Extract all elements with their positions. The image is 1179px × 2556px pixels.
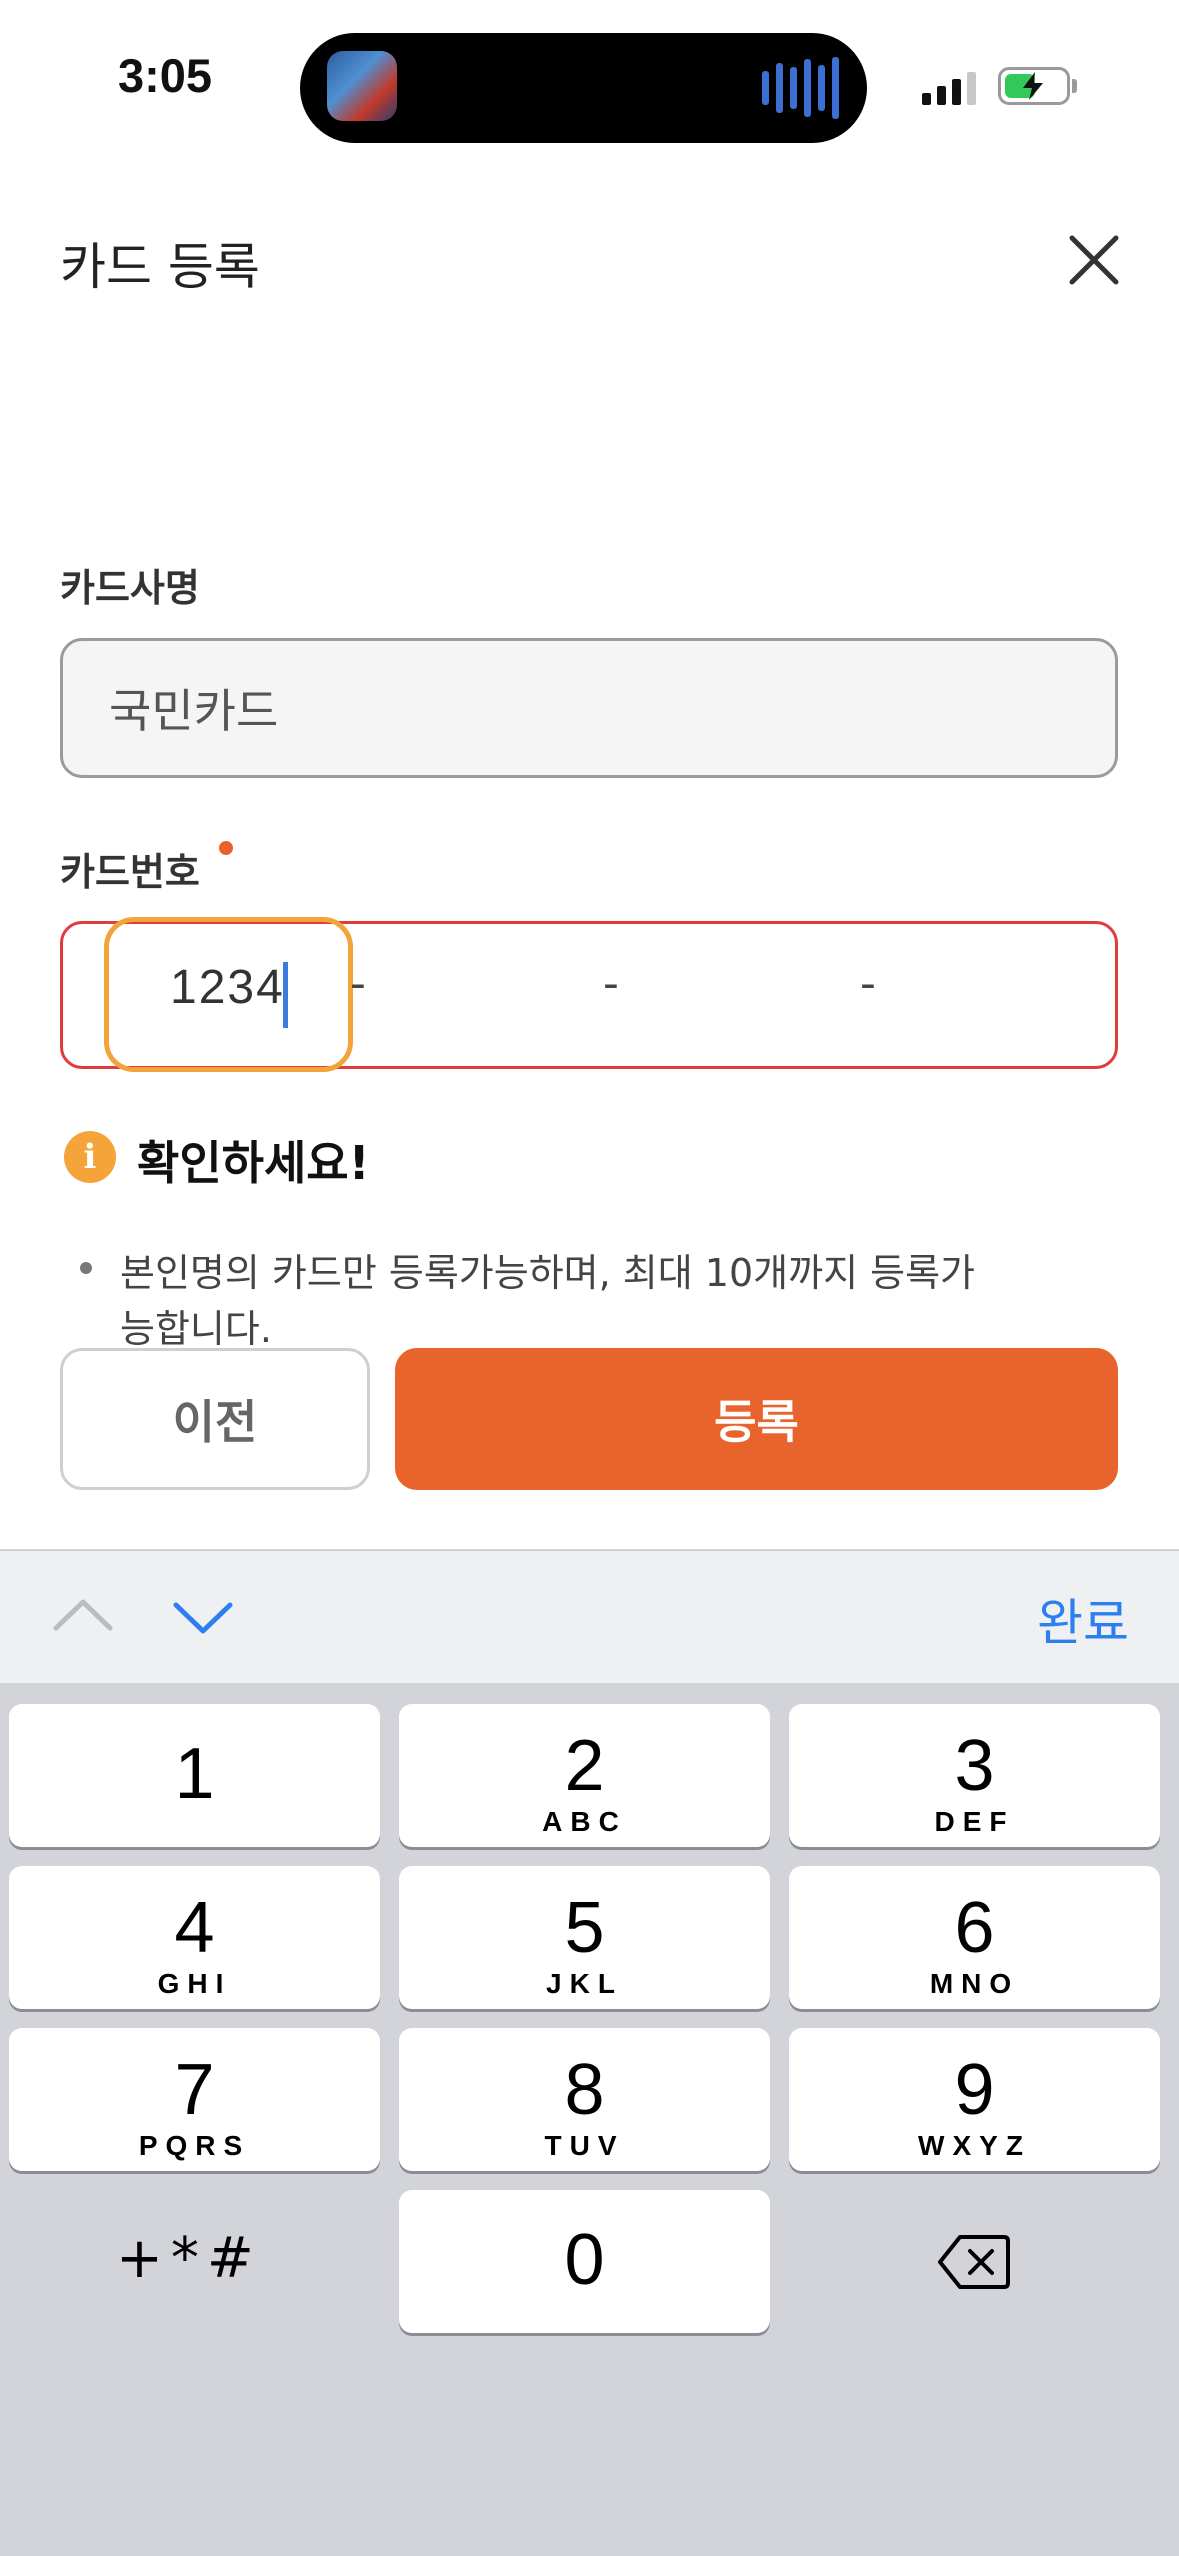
info-icon: i (64, 1131, 116, 1183)
notice-text: 본인명의 카드만 등록가능하며, 최대 10개까지 등록가능합니다. (120, 1251, 975, 1345)
done-button[interactable]: 완료 (1037, 1583, 1129, 1655)
key-1[interactable]: 1 (9, 1704, 380, 1847)
card-company-label: 카드사명 (60, 566, 200, 610)
key-digit: 0 (564, 2220, 605, 2300)
card-number-segment-3[interactable] (635, 930, 855, 1060)
notice-title: 확인하세요! (137, 1136, 370, 1190)
key-4[interactable]: 4 GHI (9, 1866, 380, 2009)
symbols-key[interactable]: +*# (116, 2226, 262, 2291)
key-3[interactable]: 3 DEF (789, 1704, 1160, 1847)
key-6[interactable]: 6 MNO (789, 1866, 1160, 2009)
card-number-label: 카드번호 (60, 850, 200, 894)
prev-button[interactable]: 이전 (60, 1348, 370, 1490)
key-letters: JKL (546, 1968, 623, 1999)
battery-tip (1072, 79, 1077, 93)
battery-icon (998, 67, 1070, 105)
submit-button[interactable]: 등록 (395, 1348, 1118, 1490)
card-number-segment-4[interactable] (890, 930, 1110, 1060)
key-8[interactable]: 8 TUV (399, 2028, 770, 2171)
card-number-separator: - (860, 958, 876, 1009)
page-title: 카드 등록 (60, 238, 260, 296)
card-number-separator: - (350, 958, 366, 1009)
key-letters: DEF (934, 1806, 1015, 1837)
charging-bolt-icon (1023, 72, 1043, 100)
key-digit: 7 (174, 2050, 215, 2130)
status-time: 3:05 (117, 49, 213, 102)
key-digit: 8 (564, 2050, 605, 2130)
chevron-up-icon[interactable] (50, 1594, 116, 1634)
notice-bullet (80, 1262, 92, 1274)
card-company-field[interactable]: 국민카드 (60, 638, 1118, 778)
audio-waveform-icon (762, 57, 839, 119)
key-digit: 3 (954, 1726, 995, 1806)
chevron-down-icon[interactable] (170, 1597, 236, 1637)
key-2[interactable]: 2 ABC (399, 1704, 770, 1847)
card-number-segment-1[interactable]: 1234 (170, 960, 285, 1015)
key-letters: PQRS (138, 2130, 251, 2161)
notice-scroll-area[interactable]: 본인명의 카드만 등록가능하며, 최대 10개까지 등록가능합니다. (0, 1230, 1179, 1345)
key-digit: 5 (564, 1888, 605, 1968)
key-letters: MNO (929, 1968, 1020, 1999)
required-indicator (219, 841, 233, 855)
key-5[interactable]: 5 JKL (399, 1866, 770, 2009)
key-0[interactable]: 0 (399, 2190, 770, 2333)
backspace-icon[interactable] (936, 2233, 1012, 2291)
key-9[interactable]: 9 WXYZ (789, 2028, 1160, 2171)
cellular-signal-icon (922, 70, 976, 105)
key-digit: 6 (954, 1888, 995, 1968)
card-number-segment-2[interactable] (380, 930, 580, 1060)
key-7[interactable]: 7 PQRS (9, 2028, 380, 2171)
key-letters: TUV (544, 2130, 625, 2161)
dynamic-island[interactable] (300, 33, 867, 143)
key-digit: 9 (954, 2050, 995, 2130)
close-icon[interactable] (1062, 228, 1126, 292)
card-number-separator: - (603, 958, 619, 1009)
key-digit: 2 (564, 1726, 605, 1806)
key-letters: ABC (542, 1806, 627, 1837)
key-digit: 1 (174, 1734, 215, 1814)
key-letters: WXYZ (918, 2130, 1031, 2161)
key-letters: GHI (157, 1968, 232, 1999)
text-caret (283, 962, 288, 1028)
key-digit: 4 (174, 1888, 215, 1968)
now-playing-artwork[interactable] (327, 51, 397, 121)
